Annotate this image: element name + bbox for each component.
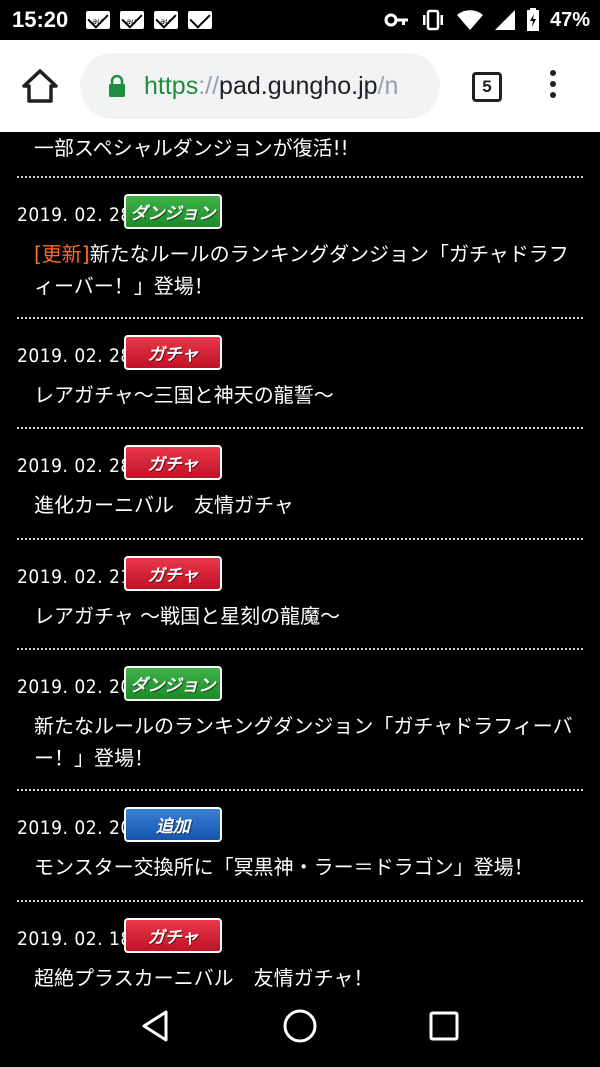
- home-circle-icon[interactable]: [283, 997, 317, 1055]
- vibrate-icon: [422, 9, 443, 31]
- divider: [17, 648, 583, 650]
- news-date: 2019. 02. 20: [17, 817, 132, 839]
- news-title[interactable]: レアガチャ〜三国と神天の龍誓〜: [34, 379, 582, 411]
- divider: [17, 538, 583, 540]
- battery-percent: 47%: [549, 8, 590, 31]
- category-badge: ダンジョン: [124, 194, 222, 229]
- news-title[interactable]: [更新]新たなルールのランキングダンジョン「ガチャドラフィーバー！」登場！: [34, 238, 582, 302]
- mail-icon: [188, 11, 213, 29]
- vpn-key-icon: [384, 13, 408, 27]
- browser-toolbar: https://pad.gungho.jp/n 5: [0, 40, 600, 132]
- news-title-text: 新たなルールのランキングダンジョン「ガチャドラフィーバー！」登場！: [34, 242, 569, 298]
- system-nav-bar: [0, 987, 600, 1067]
- lock-icon: [109, 75, 125, 97]
- news-title[interactable]: モンスター交換所に「冥黒神・ラー＝ドラゴン」登場！: [34, 851, 582, 883]
- news-date: 2019. 02. 28: [17, 345, 132, 367]
- notification-icons: [86, 11, 213, 29]
- url-bar[interactable]: https://pad.gungho.jp/n: [80, 53, 440, 119]
- url-text: https://pad.gungho.jp/n: [144, 72, 398, 101]
- news-date: 2019. 02. 28: [17, 455, 132, 477]
- news-title[interactable]: 超絶プラスカーニバル 友情ガチャ！: [34, 962, 582, 987]
- news-list: 一部スペシャルダンジョンが復活!! 2019. 02. 28 ダンジョン [更新…: [0, 132, 600, 987]
- divider: [17, 900, 583, 902]
- url-path: /n: [377, 71, 399, 100]
- au-mail-icon: [154, 11, 179, 29]
- status-indicators: 47%: [384, 0, 590, 40]
- divider: [17, 427, 583, 429]
- category-badge: ダンジョン: [124, 666, 222, 701]
- battery-charging-icon: [526, 8, 539, 31]
- news-title[interactable]: レアガチャ ～戦国と星刻の龍魔～: [34, 600, 582, 632]
- category-badge: ガチャ: [124, 335, 222, 370]
- au-mail-icon: [86, 11, 111, 29]
- news-date: 2019. 02. 20: [17, 676, 132, 698]
- news-date: 2019. 02. 21: [17, 566, 132, 588]
- signal-icon: [494, 10, 515, 30]
- tab-switcher-button[interactable]: 5: [472, 72, 502, 102]
- category-badge: 追加: [124, 807, 222, 842]
- news-date: 2019. 02. 28: [17, 204, 132, 226]
- url-scheme: https: [144, 71, 199, 100]
- recent-apps-icon[interactable]: [429, 999, 459, 1053]
- category-badge: ガチャ: [124, 445, 222, 480]
- home-icon[interactable]: [20, 68, 60, 104]
- news-title[interactable]: 進化カーニバル 友情ガチャ: [34, 489, 582, 521]
- url-separator: ://: [198, 71, 220, 100]
- wifi-icon: [456, 10, 483, 30]
- category-badge: ガチャ: [124, 556, 222, 591]
- status-bar: 15:20 47%: [0, 0, 600, 40]
- back-icon[interactable]: [140, 1009, 170, 1043]
- update-tag: [更新]: [34, 242, 90, 266]
- divider: [17, 789, 583, 791]
- overflow-menu-icon[interactable]: [546, 70, 560, 104]
- url-host: pad.gungho.jp: [219, 71, 378, 100]
- au-mail-icon: [120, 11, 145, 29]
- status-time: 15:20: [12, 7, 69, 32]
- divider: [17, 176, 583, 178]
- category-badge: ガチャ: [124, 918, 222, 953]
- news-title[interactable]: 新たなルールのランキングダンジョン「ガチャドラフィーバー！」登場！: [34, 710, 582, 774]
- divider: [17, 317, 583, 319]
- partial-news-title[interactable]: 一部スペシャルダンジョンが復活!!: [34, 132, 582, 164]
- news-date: 2019. 02. 18: [17, 928, 132, 950]
